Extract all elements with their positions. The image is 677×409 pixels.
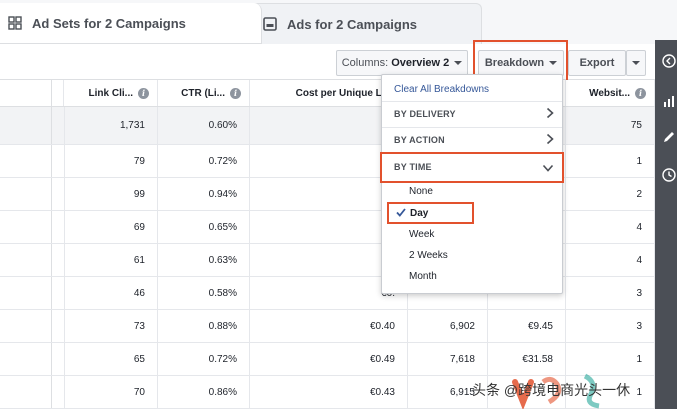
tab-ad-sets[interactable]: Ad Sets for 2 Campaigns bbox=[0, 3, 262, 44]
caret-down-icon bbox=[632, 61, 640, 65]
tab-ads-label: Ads for 2 Campaigns bbox=[287, 16, 418, 32]
table-cell: 99 bbox=[64, 178, 158, 210]
clock-icon[interactable] bbox=[660, 166, 677, 184]
header-cell bbox=[52, 80, 64, 106]
table-cell bbox=[0, 178, 52, 210]
table-cell: 0.60% bbox=[158, 107, 250, 144]
table-cell: 0.88% bbox=[158, 310, 250, 342]
header-ctr[interactable]: CTR (Li... i bbox=[158, 80, 250, 106]
table-cell: €0.40 bbox=[250, 310, 408, 342]
collapse-icon[interactable] bbox=[660, 52, 677, 70]
header-cell bbox=[0, 80, 52, 106]
menu-section-label: BY ACTION bbox=[394, 135, 445, 145]
table-row[interactable]: 73 0.88% €0.40 6,902 €9.45 3 bbox=[0, 310, 655, 343]
table-cell: 0.94% bbox=[158, 178, 250, 210]
table-cell: 61 bbox=[64, 244, 158, 276]
columns-prefix: Columns: bbox=[341, 57, 389, 69]
table-cell: 3 bbox=[566, 277, 655, 309]
table-cell: 0.86% bbox=[158, 376, 250, 408]
chevron-right-icon bbox=[546, 133, 554, 148]
table-cell: 3 bbox=[566, 310, 655, 342]
columns-value: Overview 2 bbox=[391, 57, 450, 69]
chevron-right-icon bbox=[546, 107, 554, 122]
table-cell bbox=[0, 376, 52, 408]
time-option-2-weeks[interactable]: 2 Weeks bbox=[382, 245, 562, 266]
table-cell: 0.72% bbox=[158, 343, 250, 375]
table-cell: 2 bbox=[566, 178, 655, 210]
table-cell: 69 bbox=[64, 211, 158, 243]
table-cell bbox=[0, 211, 52, 243]
table-cell: €0.49 bbox=[250, 343, 408, 375]
header-link-clicks[interactable]: Link Cli... i bbox=[64, 80, 158, 106]
info-icon[interactable]: i bbox=[138, 87, 149, 99]
time-option-month[interactable]: Month bbox=[382, 266, 562, 287]
table-cell: 0.65% bbox=[158, 211, 250, 243]
table-cell: 1 bbox=[566, 145, 655, 177]
table-cell: 70 bbox=[64, 376, 158, 408]
table-cell: 0.72% bbox=[158, 145, 250, 177]
header-label: CTR (Li... bbox=[181, 87, 225, 99]
caret-down-icon bbox=[454, 61, 463, 65]
table-cell bbox=[0, 310, 52, 342]
table-cell: 4 bbox=[566, 244, 655, 276]
export-menu-button[interactable] bbox=[626, 50, 646, 76]
time-option-none[interactable]: None bbox=[382, 181, 562, 202]
header-label: Websit... bbox=[589, 87, 630, 99]
tab-bar: Ads for 2 Campaigns Ad Sets for 2 Campai… bbox=[0, 0, 655, 44]
edit-icon[interactable] bbox=[660, 128, 677, 146]
table-cell bbox=[0, 244, 52, 276]
highlight-day bbox=[387, 202, 474, 224]
grid-icon bbox=[8, 16, 22, 30]
table-cell bbox=[0, 145, 52, 177]
table-cell: 46 bbox=[64, 277, 158, 309]
header-label: Link Cli... bbox=[88, 87, 133, 99]
table-cell: 4 bbox=[566, 211, 655, 243]
tab-ad-sets-label: Ad Sets for 2 Campaigns bbox=[32, 15, 186, 31]
watermark-text: 头条 @跨境电商光头一休 bbox=[472, 382, 631, 398]
chart-icon[interactable] bbox=[660, 92, 677, 110]
export-button[interactable]: Export bbox=[568, 50, 626, 76]
menu-by-delivery[interactable]: BY DELIVERY bbox=[382, 101, 562, 127]
header-website[interactable]: Websit... i bbox=[566, 80, 655, 106]
table-cell: 0.63% bbox=[158, 244, 250, 276]
info-icon[interactable]: i bbox=[230, 87, 241, 99]
table-cell: €9.45 bbox=[488, 310, 566, 342]
breakdown-menu: Clear All Breakdowns BY DELIVERY BY ACTI… bbox=[381, 74, 563, 294]
menu-section-label: BY DELIVERY bbox=[394, 109, 456, 119]
table-cell: 73 bbox=[64, 310, 158, 342]
highlight-by-time bbox=[380, 152, 564, 183]
tab-ads[interactable]: Ads for 2 Campaigns bbox=[250, 3, 482, 44]
info-icon[interactable]: i bbox=[635, 87, 646, 99]
table-cell bbox=[0, 277, 52, 309]
columns-button[interactable]: Columns: Overview 2 bbox=[336, 50, 468, 76]
table-cell: 65 bbox=[64, 343, 158, 375]
table-cell: 79 bbox=[64, 145, 158, 177]
ad-icon bbox=[263, 17, 277, 31]
table-cell: €0.43 bbox=[250, 376, 408, 408]
clear-breakdowns-link[interactable]: Clear All Breakdowns bbox=[382, 80, 562, 98]
menu-by-action[interactable]: BY ACTION bbox=[382, 127, 562, 153]
table-cell bbox=[0, 107, 52, 144]
table-cell: 0.58% bbox=[158, 277, 250, 309]
table-cell: 1,731 bbox=[64, 107, 158, 144]
table-cell: 75 bbox=[566, 107, 655, 144]
right-sidebar bbox=[655, 40, 677, 409]
table-cell: 7,618 bbox=[408, 343, 488, 375]
table-cell: 6,902 bbox=[408, 310, 488, 342]
export-label: Export bbox=[579, 57, 615, 69]
time-option-week[interactable]: Week bbox=[382, 224, 562, 245]
table-cell bbox=[0, 343, 52, 375]
